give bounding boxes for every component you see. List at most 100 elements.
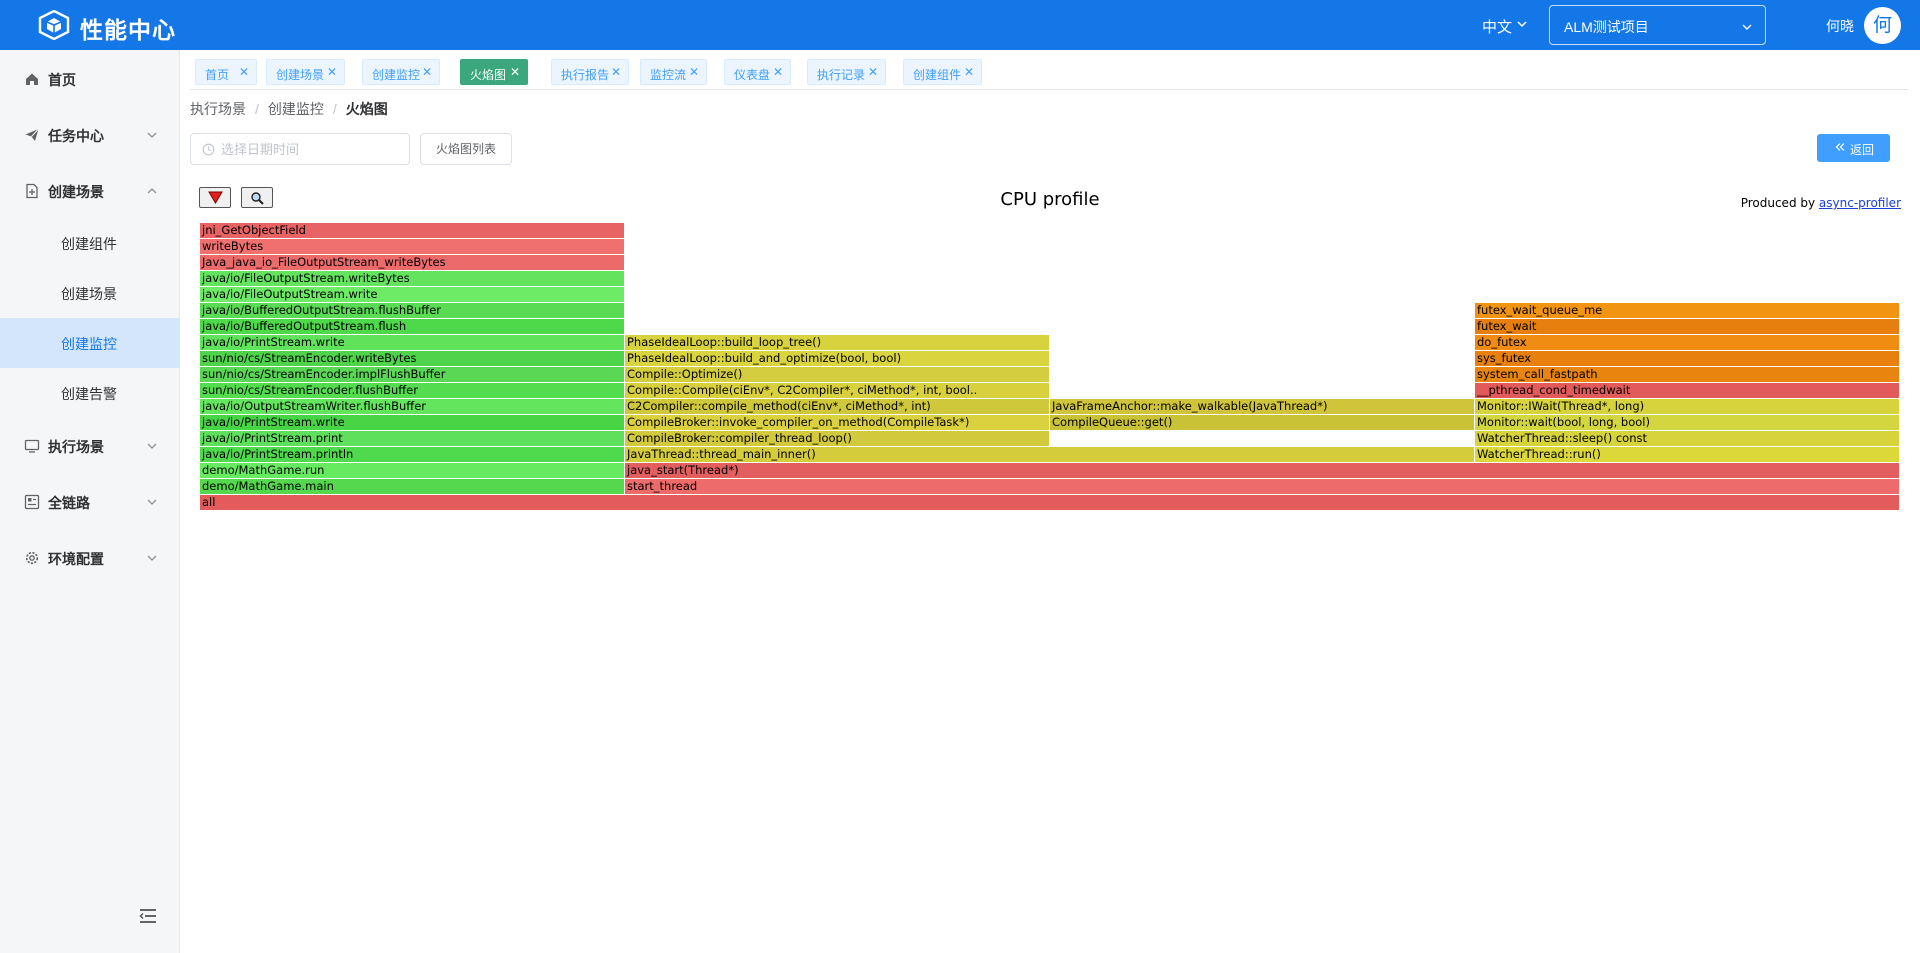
flame-frame[interactable]: JavaThread::thread_main_inner() [625,447,1474,462]
chevron-down-icon[interactable] [1516,18,1528,30]
cube-logo-icon[interactable] [38,10,70,40]
flame-frame[interactable]: futex_wait_queue_me [1475,303,1899,318]
tab-create-scene[interactable]: 创建场景 ✕ [266,59,345,85]
flame-frame[interactable]: java/io/FileOutputStream.write [200,287,624,302]
flame-frame[interactable]: demo/MathGame.run [200,463,624,478]
flame-frame[interactable]: CompileQueue::get() [1050,415,1474,430]
user-name[interactable]: 何晓 [1826,16,1854,36]
flame-frame[interactable]: JavaFrameAnchor::make_walkable(JavaThrea… [1050,399,1474,414]
close-icon[interactable]: ✕ [510,65,520,79]
menu-collapse-icon[interactable] [138,907,158,925]
breadcrumb-item[interactable]: 创建监控 [268,101,324,117]
flame-frame[interactable]: sun/nio/cs/StreamEncoder.implFlushBuffer [200,367,624,382]
tab-home[interactable]: 首页 ✕ [195,59,257,85]
sidebar-subitem-label: 创建监控 [61,336,117,352]
flame-frame[interactable]: sun/nio/cs/StreamEncoder.flushBuffer [200,383,624,398]
flame-frame[interactable]: java/io/PrintStream.print [200,431,624,446]
flame-frame[interactable]: PhaseIdealLoop::build_loop_tree() [625,335,1049,350]
flame-frame[interactable]: demo/MathGame.main [200,479,624,494]
tab-dashboard[interactable]: 仪表盘 ✕ [724,59,791,85]
back-button-label: 返回 [1850,143,1875,157]
tab-label: 创建监控 [372,68,421,82]
flame-frame[interactable]: WatcherThread::run() [1475,447,1899,462]
close-icon[interactable]: ✕ [422,65,432,79]
flame-frame[interactable]: Compile::Optimize() [625,367,1049,382]
tab-label: 仪表盘 [734,68,771,82]
breadcrumb: 执行场景 / 创建监控 / 火焰图 [190,99,388,119]
datetime-input[interactable] [221,135,401,163]
flame-frame[interactable]: start_thread [625,479,1899,494]
flame-frame[interactable]: do_futex [1475,335,1899,350]
flame-frame[interactable]: futex_wait [1475,319,1899,334]
tab-label: 创建组件 [913,68,962,82]
flame-frame[interactable]: java/io/PrintStream.write [200,335,624,350]
flame-frame[interactable]: system_call_fastpath [1475,367,1899,382]
async-profiler-link[interactable]: async-profiler [1819,196,1901,210]
tab-flamegraph[interactable]: 火焰图 ✕ [460,59,528,85]
flame-frame[interactable]: java/io/PrintStream.write [200,415,624,430]
sidebar-item-label: 环境配置 [48,551,104,567]
flame-frame[interactable]: java/io/PrintStream.println [200,447,624,462]
tab-exec-report[interactable]: 执行报告 ✕ [551,59,629,85]
flame-frame[interactable]: WatcherThread::sleep() const [1475,431,1899,446]
close-icon[interactable]: ✕ [773,65,783,79]
flame-frame[interactable]: java_start(Thread*) [625,463,1899,478]
home-icon [26,73,38,85]
breadcrumb-item[interactable]: 执行场景 [190,101,246,117]
avatar[interactable]: 何 [1864,7,1901,44]
flame-frame[interactable]: Monitor::IWait(Thread*, long) [1475,399,1899,414]
sidebar-subitem-create-monitor[interactable]: 创建监控 [0,318,179,368]
sidebar-subitem-create-alert[interactable]: 创建告警 [0,368,179,418]
tab-exec-records[interactable]: 执行记录 ✕ [807,59,886,85]
sidebar-item-label: 首页 [48,72,76,88]
tab-create-component[interactable]: 创建组件 ✕ [903,59,982,85]
sidebar-item-label: 全链路 [48,495,90,511]
app-title: 性能中心 [80,17,176,43]
close-icon[interactable]: ✕ [327,65,337,79]
flame-frame[interactable]: java/io/BufferedOutputStream.flushBuffer [200,303,624,318]
flame-frame[interactable]: PhaseIdealLoop::build_and_optimize(bool,… [625,351,1049,366]
flame-frame[interactable]: Monitor::wait(bool, long, bool) [1475,415,1899,430]
flame-frame[interactable]: jni_GetObjectField [200,223,624,238]
double-chevron-left-icon [1835,143,1845,151]
produced-by: Produced by async-profiler [1741,196,1901,210]
flame-frame[interactable]: java/io/FileOutputStream.writeBytes [200,271,624,286]
breadcrumb-separator: / [255,101,259,117]
flame-frame[interactable]: CompileBroker::invoke_compiler_on_method… [625,415,1049,430]
flame-frame[interactable]: writeBytes [200,239,624,254]
top-bar: 性能中心 中文 ALM测试项目 何晓 何 [0,0,1920,50]
flame-frame[interactable]: all [200,495,1899,510]
sidebar-subitem-create-scene[interactable]: 创建场景 [0,268,179,318]
flame-frame[interactable]: sun/nio/cs/StreamEncoder.writeBytes [200,351,624,366]
close-icon[interactable]: ✕ [239,65,249,79]
flame-frame[interactable]: __pthread_cond_timedwait [1475,383,1899,398]
tab-label: 执行报告 [561,68,610,82]
sidebar-item-execute-scene[interactable]: 执行场景 [0,421,179,471]
datetime-picker[interactable] [190,133,410,165]
flame-frame[interactable]: Java_java_io_FileOutputStream_writeBytes [200,255,624,270]
sidebar-item-label: 任务中心 [48,128,104,144]
gear-icon [25,551,39,565]
sidebar-subitem-create-component[interactable]: 创建组件 [0,218,179,268]
flame-frame[interactable]: CompileBroker::compiler_thread_loop() [625,431,1049,446]
flame-frame[interactable]: C2Compiler::compile_method(ciEnv*, ciMet… [625,399,1049,414]
close-icon[interactable]: ✕ [611,65,621,79]
flame-frame[interactable]: sys_futex [1475,351,1899,366]
sidebar-item-env-config[interactable]: 环境配置 [0,533,179,583]
back-button[interactable]: 返回 [1817,134,1890,162]
flamegraph-list-button[interactable]: 火焰图列表 [420,133,512,165]
close-icon[interactable]: ✕ [689,65,699,79]
flame-frame[interactable]: java/io/BufferedOutputStream.flush [200,319,624,334]
language-switch[interactable]: 中文 [1482,16,1512,37]
close-icon[interactable]: ✕ [868,65,878,79]
sidebar-item-home[interactable]: 首页 [0,54,179,104]
flame-frame[interactable]: Compile::Compile(ciEnv*, C2Compiler*, ci… [625,383,1049,398]
close-icon[interactable]: ✕ [964,65,974,79]
sidebar-item-task-center[interactable]: 任务中心 [0,110,179,160]
tab-monitor-stream[interactable]: 监控流 ✕ [640,59,707,85]
tab-create-monitor[interactable]: 创建监控 ✕ [362,59,440,85]
sidebar-item-full-link[interactable]: 全链路 [0,477,179,527]
chevron-down-icon [147,132,157,138]
project-select[interactable]: ALM测试项目 [1549,5,1766,45]
flame-frame[interactable]: java/io/OutputStreamWriter.flushBuffer [200,399,624,414]
